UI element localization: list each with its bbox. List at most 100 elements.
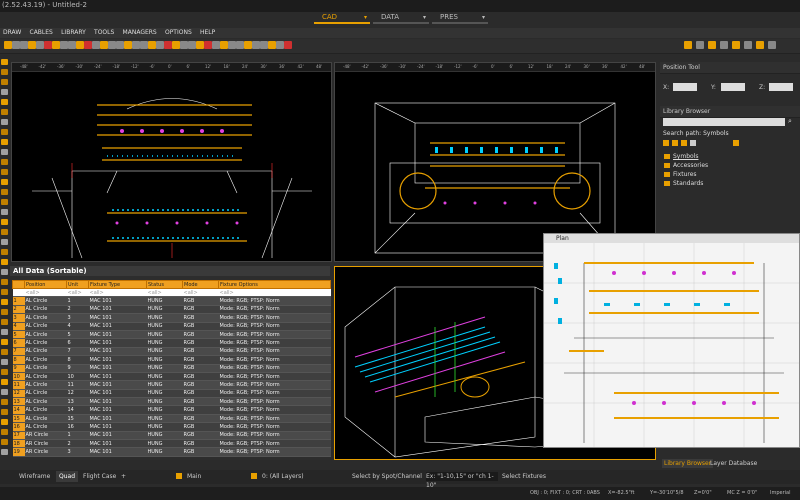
toolbar-tool-icon[interactable] xyxy=(156,41,164,49)
table-row[interactable]: 12 AL Circle 12 MAC 101 HUNG RGB Mode: RGB; PT… xyxy=(12,389,331,399)
toolbar-tool-icon[interactable] xyxy=(92,41,100,49)
toolbar-tool-icon[interactable] xyxy=(696,41,704,49)
menu-cables[interactable]: CABLES xyxy=(27,28,56,38)
select-input[interactable]: Ex: "1-10,15" or "ch 1-10" xyxy=(426,472,498,489)
toolbar-tool-icon[interactable] xyxy=(204,41,212,49)
toolbar-tool-icon[interactable] xyxy=(220,41,228,49)
left-tool-icon[interactable] xyxy=(1,99,8,105)
toolbar-tool-icon[interactable] xyxy=(212,41,220,49)
table-row[interactable]: 8 AL Circle 8 MAC 101 HUNG RGB Mode: RGB; PTSP… xyxy=(12,355,331,365)
toolbar-tool-icon[interactable] xyxy=(180,41,188,49)
tab-data[interactable]: DATA ▾ xyxy=(373,13,429,24)
viewport-top-left[interactable]: -48' -42' -36' -30' -24' -18' -12' -6' 0' 6' 12' 18… xyxy=(11,62,332,262)
menu-managers[interactable]: MANAGERS xyxy=(120,28,160,38)
column-header-mode[interactable]: Mode xyxy=(182,280,219,289)
toolbar-tool-icon[interactable] xyxy=(140,41,148,49)
filter-cell[interactable]: <all> xyxy=(146,288,183,298)
up-icon[interactable] xyxy=(681,140,687,146)
tab-wireframe[interactable]: Wireframe xyxy=(16,471,53,482)
toolbar-tool-icon[interactable] xyxy=(276,41,284,49)
left-tool-icon[interactable] xyxy=(1,219,8,225)
filter-cell[interactable]: <all> xyxy=(66,288,89,298)
layer-all-select[interactable]: 0: (All Layers) xyxy=(262,472,328,481)
toolbar-tool-icon[interactable] xyxy=(768,41,776,49)
left-tool-icon[interactable] xyxy=(1,149,8,155)
tree-item-standards[interactable]: Standards xyxy=(664,180,703,187)
toolbar-tool-icon[interactable] xyxy=(284,41,292,49)
menu-tools[interactable]: TOOLS xyxy=(91,28,117,38)
toolbar-tool-icon[interactable] xyxy=(732,41,740,49)
tree-item-symbols[interactable]: Symbols xyxy=(664,153,698,160)
table-row[interactable]: 17 AR Circle 1 MAC 101 HUNG RGB Mode: RGB; PTS… xyxy=(12,431,331,441)
toolbar-tool-icon[interactable] xyxy=(84,41,92,49)
left-tool-icon[interactable] xyxy=(1,319,8,325)
menu-options[interactable]: OPTIONS xyxy=(162,28,195,38)
table-row[interactable]: 13 AL Circle 13 MAC 101 HUNG RGB Mode: RGB; PT… xyxy=(12,397,331,407)
toolbar-tool-icon[interactable] xyxy=(164,41,172,49)
left-tool-icon[interactable] xyxy=(1,79,8,85)
toolbar-tool-icon[interactable] xyxy=(228,41,236,49)
toolbar-tool-icon[interactable] xyxy=(172,41,180,49)
left-tool-icon[interactable] xyxy=(1,179,8,185)
toolbar-tool-icon[interactable] xyxy=(108,41,116,49)
tree-item-accessories[interactable]: Accessories xyxy=(664,162,708,169)
table-row[interactable]: 2 AL Circle 2 MAC 101 HUNG RGB Mode: RGB; PTSP… xyxy=(12,305,331,315)
left-tool-icon[interactable] xyxy=(1,169,8,175)
toolbar-tool-icon[interactable] xyxy=(196,41,204,49)
y-input[interactable] xyxy=(721,83,745,91)
library-search-input[interactable] xyxy=(663,118,785,126)
toolbar-tool-icon[interactable] xyxy=(68,41,76,49)
column-header-fixture-type[interactable]: Fixture Type xyxy=(88,280,147,289)
filter-cell[interactable]: <all> xyxy=(88,288,147,298)
left-tool-icon[interactable] xyxy=(1,339,8,345)
left-tool-icon[interactable] xyxy=(1,289,8,295)
toolbar-tool-icon[interactable] xyxy=(12,41,20,49)
left-tool-icon[interactable] xyxy=(1,119,8,125)
left-tool-icon[interactable] xyxy=(1,89,8,95)
left-tool-icon[interactable] xyxy=(1,429,8,435)
left-tool-icon[interactable] xyxy=(1,329,8,335)
toolbar-tool-icon[interactable] xyxy=(28,41,36,49)
table-row[interactable]: 3 AL Circle 3 MAC 101 HUNG RGB Mode: RGB; PTSP… xyxy=(12,313,331,323)
refresh-icon[interactable] xyxy=(690,140,696,146)
toolbar-tool-icon[interactable] xyxy=(52,41,60,49)
table-row[interactable]: 5 AL Circle 5 MAC 101 HUNG RGB Mode: RGB; PTSP… xyxy=(12,330,331,340)
left-tool-icon[interactable] xyxy=(1,309,8,315)
table-row[interactable]: 7 AL Circle 7 MAC 101 HUNG RGB Mode: RGB; PTSP… xyxy=(12,347,331,357)
menu-library[interactable]: LIBRARY xyxy=(58,28,89,38)
left-tool-icon[interactable] xyxy=(1,109,8,115)
filter-cell[interactable] xyxy=(12,288,25,298)
column-header-position[interactable]: Position xyxy=(24,280,67,289)
column-header-index[interactable] xyxy=(12,280,25,289)
left-tool-icon[interactable] xyxy=(1,419,8,425)
left-tool-icon[interactable] xyxy=(1,209,8,215)
left-tool-icon[interactable] xyxy=(1,159,8,165)
column-header-unit[interactable]: Unit xyxy=(66,280,89,289)
left-tool-icon[interactable] xyxy=(1,279,8,285)
toolbar-tool-icon[interactable] xyxy=(76,41,84,49)
toolbar-tool-icon[interactable] xyxy=(244,41,252,49)
left-tool-icon[interactable] xyxy=(1,259,8,265)
left-tool-icon[interactable] xyxy=(1,129,8,135)
table-row[interactable]: 19 AR Circle 3 MAC 101 HUNG RGB Mode: RGB; PTS… xyxy=(12,447,331,457)
table-row[interactable]: 15 AL Circle 15 MAC 101 HUNG RGB Mode: RGB; PT… xyxy=(12,414,331,424)
search-icon[interactable]: ⌕ xyxy=(788,117,792,126)
plan-window[interactable]: Plan xyxy=(543,233,800,448)
table-row[interactable]: 18 AR Circle 2 MAC 101 HUNG RGB Mode: RGB; PTS… xyxy=(12,439,331,449)
x-input[interactable] xyxy=(673,83,697,91)
left-tool-icon[interactable] xyxy=(1,189,8,195)
table-row[interactable]: 11 AL Circle 11 MAC 101 HUNG RGB Mode: RGB; PT… xyxy=(12,380,331,390)
toolbar-tool-icon[interactable] xyxy=(188,41,196,49)
table-row[interactable]: 16 AL Circle 16 MAC 101 HUNG RGB Mode: RGB; PT… xyxy=(12,422,331,432)
left-tool-icon[interactable] xyxy=(1,389,8,395)
column-header-status[interactable]: Status xyxy=(146,280,183,289)
toolbar-tool-icon[interactable] xyxy=(148,41,156,49)
left-tool-icon[interactable] xyxy=(1,349,8,355)
toolbar-tool-icon[interactable] xyxy=(684,41,692,49)
toolbar-tool-icon[interactable] xyxy=(744,41,752,49)
toolbar-tool-icon[interactable] xyxy=(756,41,764,49)
toolbar-tool-icon[interactable] xyxy=(20,41,28,49)
left-tool-icon[interactable] xyxy=(1,399,8,405)
left-tool-icon[interactable] xyxy=(1,199,8,205)
toolbar-tool-icon[interactable] xyxy=(236,41,244,49)
